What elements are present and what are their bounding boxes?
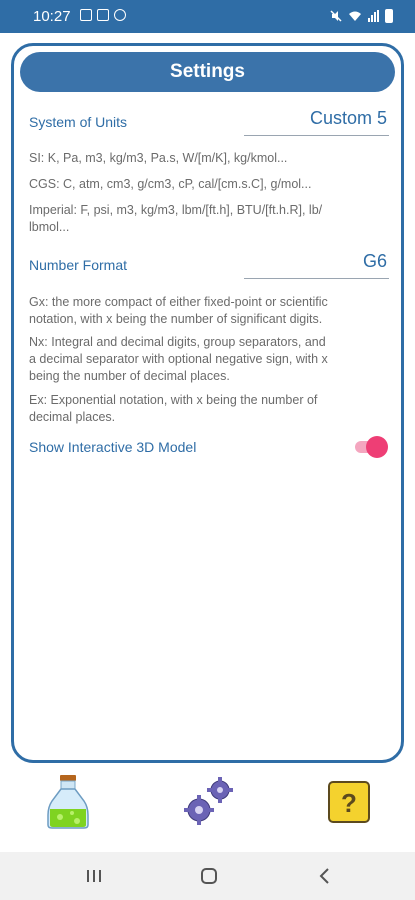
navigation-bar: [0, 852, 415, 900]
system-icons: [330, 9, 393, 23]
flask-icon[interactable]: [44, 773, 92, 829]
nx-text-line3: being the number of decimal places.: [29, 369, 230, 383]
dnd-notification-icon: [114, 9, 126, 21]
units-si-text: SI: K, Pa, m3, kg/m3, Pa.s, W/[m/K], kg/…: [29, 151, 288, 165]
model-toggle-label: Show Interactive 3D Model: [29, 439, 197, 455]
number-format-label: Number Format: [29, 257, 128, 273]
signal-icon: [368, 10, 379, 22]
nx-text-line2: a decimal separator with optional negati…: [29, 352, 328, 366]
status-bar: 10:27: [0, 0, 415, 33]
gx-text-line1: Gx: the more compact of either fixed-poi…: [29, 295, 328, 309]
home-icon: [201, 868, 217, 884]
gallery-notification-icon: [97, 9, 109, 21]
units-label: System of Units: [29, 114, 128, 130]
units-cgs-text: CGS: C, atm, cm3, g/cm3, cP, cal/[cm.s.C…: [29, 177, 312, 191]
gx-text-line2: notation, with x being the number of sig…: [29, 312, 323, 326]
units-select[interactable]: Custom 5: [244, 108, 389, 136]
ex-text-line1: Ex: Exponential notation, with x being t…: [29, 393, 318, 407]
back-icon: [319, 868, 329, 884]
help-icon[interactable]: ?: [328, 781, 370, 823]
battery-icon: [385, 9, 393, 23]
gears-icon[interactable]: [182, 776, 234, 828]
page-title: Settings: [170, 61, 245, 82]
notification-icons: [80, 9, 126, 21]
back-button[interactable]: [313, 864, 337, 888]
number-format-input[interactable]: G6: [244, 251, 389, 279]
recent-apps-button[interactable]: [82, 864, 106, 888]
mute-icon: [330, 10, 342, 22]
home-button[interactable]: [197, 864, 221, 888]
svg-text:?: ?: [341, 788, 357, 818]
settings-card: Settings System of Units Custom 5 SI: K,…: [11, 43, 404, 763]
ex-text-line2: decimal places.: [29, 410, 116, 424]
status-time: 10:27: [33, 8, 71, 25]
units-imperial-line1: Imperial: F, psi, m3, kg/m3, lbm/[ft.h],…: [29, 203, 323, 217]
recent-apps-icon: [87, 870, 101, 882]
wifi-icon: [349, 11, 361, 21]
units-imperial-line2: lbmol...: [29, 220, 70, 234]
settings-header: Settings: [20, 52, 395, 92]
model-toggle-switch[interactable]: [355, 436, 388, 458]
nx-text-line1: Nx: Integral and decimal digits, group s…: [29, 335, 326, 349]
toggle-thumb: [366, 436, 388, 458]
image-notification-icon: [80, 9, 92, 21]
